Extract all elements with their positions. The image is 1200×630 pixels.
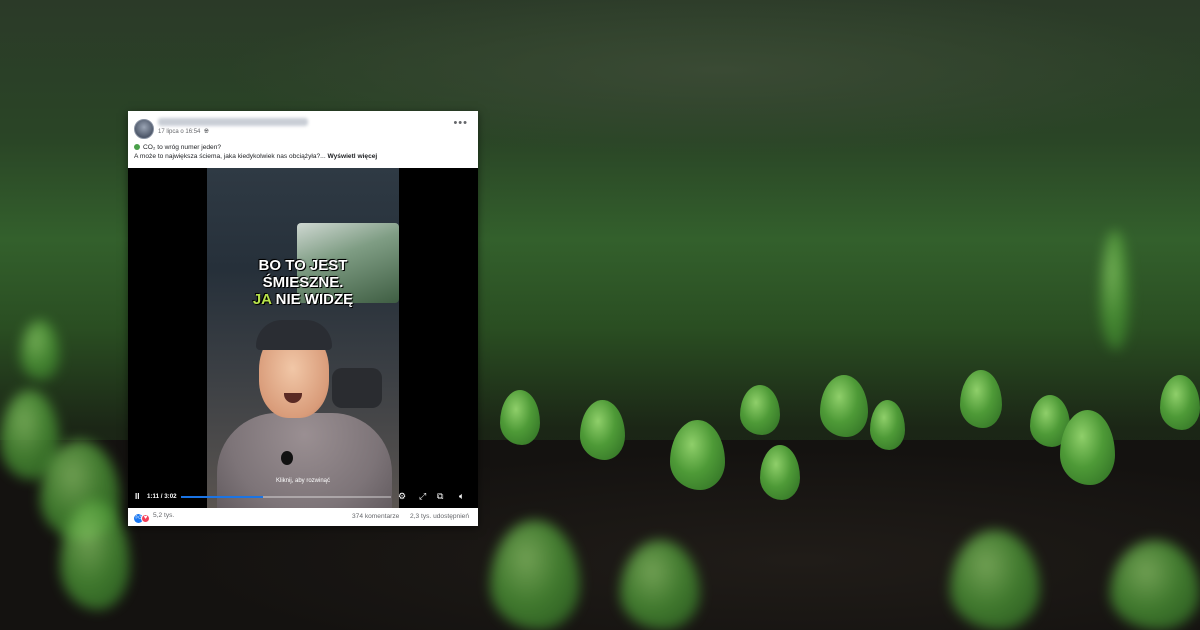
volume-icon[interactable]: 🔈︎ xyxy=(459,491,464,502)
author-avatar[interactable] xyxy=(134,119,154,139)
seedling-leaf xyxy=(740,385,780,435)
fullscreen-icon[interactable]: ⤢ xyxy=(419,491,426,502)
seedling-leaf xyxy=(960,370,1002,428)
seedling-leaf xyxy=(1060,410,1115,485)
seedling-leaf xyxy=(20,320,60,380)
expand-hint[interactable]: Kliknij, aby rozwinąć xyxy=(207,478,399,484)
reactions[interactable]: 👍︎ ♥ 5,2 tys. xyxy=(134,512,174,523)
seedling-leaf xyxy=(870,400,905,450)
progress-track[interactable] xyxy=(181,496,391,498)
gear-icon[interactable]: ⚙︎ xyxy=(398,491,406,502)
love-reaction-icon: ♥ xyxy=(141,514,150,523)
video-caption-line-2: ŚMIESZNE. xyxy=(262,274,344,291)
globe-icon: 🌐︎ xyxy=(204,129,209,135)
see-more-link[interactable]: Wyświetl więcej xyxy=(328,153,378,160)
reactions-count[interactable]: 5,2 tys. xyxy=(153,512,174,519)
pause-icon[interactable]: II xyxy=(135,492,139,501)
video-caption-line-3-rest: NIE WIDZĘ xyxy=(271,291,354,308)
seedling-leaf xyxy=(580,400,625,460)
seedling-leaf xyxy=(1160,375,1200,430)
video-player[interactable]: BO TO JEST ŚMIESZNE. JA NIE WIDZĘ Klikni… xyxy=(128,168,478,508)
progress-fill xyxy=(181,496,263,498)
car-headrest xyxy=(332,368,382,408)
seedling-leaf xyxy=(500,390,540,445)
person-cap xyxy=(256,320,332,350)
post-line-1-text: CO₂ to wróg numer jeden? xyxy=(143,144,222,151)
more-horizontal-icon[interactable]: ••• xyxy=(453,117,468,129)
video-caption-line-1: BO TO JEST xyxy=(258,257,348,274)
picture-in-picture-icon[interactable]: ⧉ xyxy=(437,491,443,502)
seedling-leaf xyxy=(820,375,868,437)
post-timestamp[interactable]: 17 lipca o 16:54 🌐︎ xyxy=(158,129,209,136)
video-caption-line-3: JA NIE WIDZĘ xyxy=(207,292,399,308)
video-caption-highlight: JA xyxy=(252,291,272,308)
shares-count[interactable]: 2,3 tys. udostępnień xyxy=(410,513,469,520)
lapel-mic xyxy=(281,451,293,465)
comments-count[interactable]: 374 komentarze xyxy=(352,513,399,520)
author-name-blurred[interactable] xyxy=(158,118,308,126)
post-time-text[interactable]: 17 lipca o 16:54 xyxy=(158,129,200,135)
post-line-2: A może to największa ściema, jaka kiedyk… xyxy=(134,152,472,161)
video-controls: II 1:11 / 3:02 ⚙︎ ⤢ ⧉ 🔈︎ xyxy=(128,486,478,508)
post-line-2-text: A może to największa ściema, jaka kiedyk… xyxy=(134,153,326,160)
post-header: 17 lipca o 16:54 🌐︎ ••• xyxy=(128,111,478,141)
post-footer: 👍︎ ♥ 5,2 tys. 374 komentarze 2,3 tys. udos… xyxy=(128,508,478,526)
post-text: CO₂ to wróg numer jeden? A może to najwi… xyxy=(134,143,472,161)
earth-emoji-icon xyxy=(134,144,140,150)
facebook-post-card: 17 lipca o 16:54 🌐︎ ••• CO₂ to wróg nume… xyxy=(128,111,478,526)
seedling-leaf xyxy=(670,420,725,490)
video-frame[interactable]: BO TO JEST ŚMIESZNE. JA NIE WIDZĘ Klikni… xyxy=(207,168,399,508)
post-line-1: CO₂ to wróg numer jeden? xyxy=(134,143,472,152)
video-time: 1:11 / 3:02 xyxy=(147,493,177,500)
seedling-leaf xyxy=(1100,230,1130,350)
